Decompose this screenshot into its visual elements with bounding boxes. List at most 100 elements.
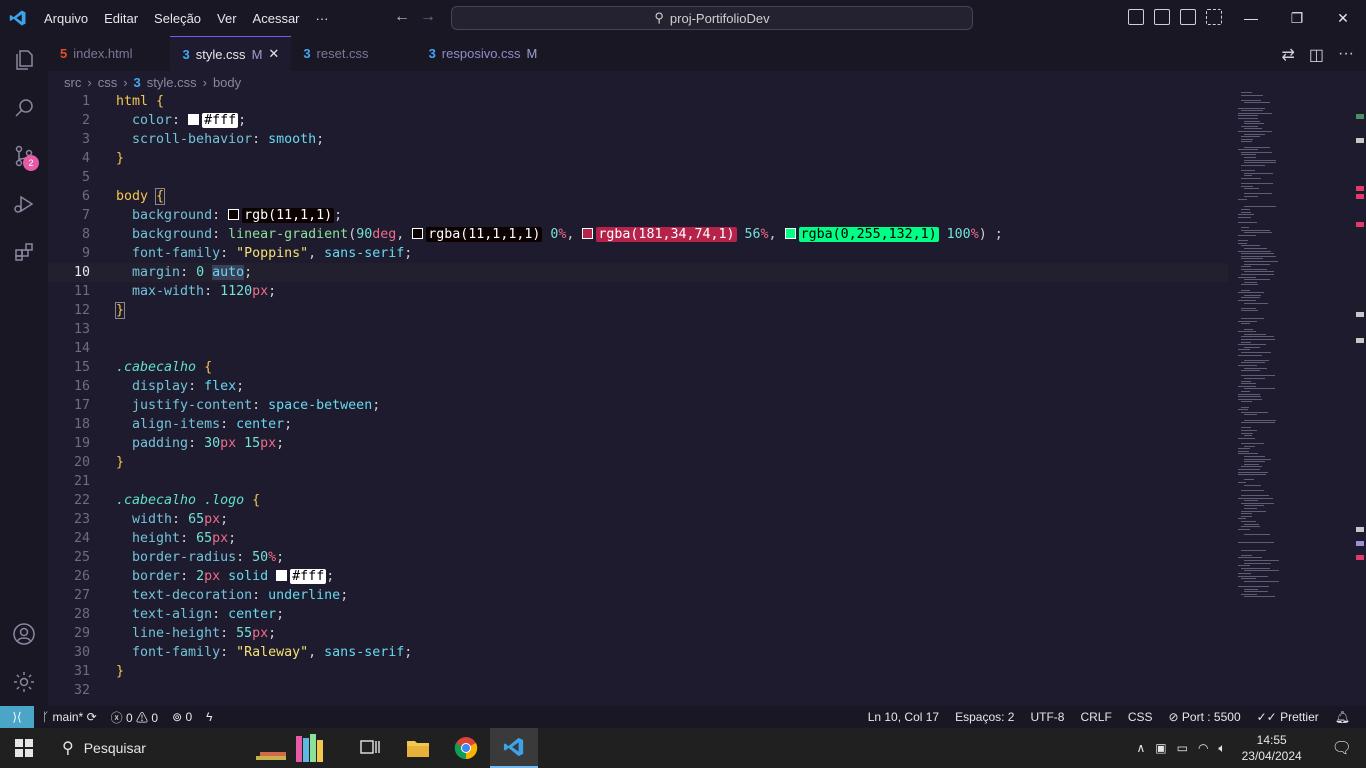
code-line[interactable]: 17 justify-content: space-between; (48, 396, 1228, 415)
code-line[interactable]: 9 font-family: "Poppins", sans-serif; (48, 244, 1228, 263)
code-line[interactable]: 24 height: 65px; (48, 529, 1228, 548)
code-line[interactable]: 31} (48, 662, 1228, 681)
code-line[interactable]: 1 html { (48, 92, 1228, 111)
code-line[interactable]: 22 .cabecalho .logo { (48, 491, 1228, 510)
minimap-line (1238, 409, 1249, 411)
customize-layout-icon[interactable] (1206, 9, 1222, 25)
chrome-icon[interactable] (442, 728, 490, 768)
breadcrumb-src[interactable]: src (64, 75, 81, 90)
explorer-icon[interactable] (0, 36, 48, 84)
notifications-bell-icon[interactable]: 🔔︎ (1335, 710, 1350, 724)
code-line[interactable]: 30 font-family: "Raleway", sans-serif; (48, 643, 1228, 662)
code-line[interactable]: 8 background: linear-gradient(90deg, rgb… (48, 225, 1228, 244)
restore-icon[interactable]: ❐ (1274, 0, 1320, 36)
forward-arrow-icon[interactable]: → (420, 8, 436, 26)
breadcrumb-css[interactable]: css (98, 75, 118, 90)
indentation[interactable]: Espaços: 2 (955, 710, 1014, 724)
meet-now-icon[interactable]: ▣ (1155, 741, 1166, 755)
minimap[interactable] (1234, 92, 1354, 602)
code-line[interactable]: 10 margin: 0 auto; (48, 263, 1228, 282)
code-line[interactable]: 15 .cabecalho { (48, 358, 1228, 377)
battery-icon[interactable]: ▭ (1177, 741, 1188, 755)
toggle-panel-icon[interactable] (1154, 9, 1170, 25)
toggle-primary-sidebar-icon[interactable] (1128, 9, 1144, 25)
code-editor[interactable]: 1 html {2 color: #fff; 3 scroll-behavior: … (48, 92, 1228, 706)
tab-resposivo-css[interactable]: 3 resposivo.css M (417, 36, 550, 71)
code-line[interactable]: 21 (48, 472, 1228, 491)
code-line[interactable]: 12} (48, 301, 1228, 320)
code-line[interactable]: 23 width: 65px; (48, 510, 1228, 529)
ports-indicator[interactable]: ⊚ 0 (172, 710, 192, 724)
run-debug-icon[interactable] (0, 180, 48, 228)
code-line[interactable]: 13 (48, 320, 1228, 339)
back-arrow-icon[interactable]: ← (394, 8, 410, 26)
taskbar-search[interactable]: ⚲ Pesquisar (48, 728, 246, 768)
encoding[interactable]: UTF-8 (1030, 710, 1064, 724)
settings-gear-icon[interactable] (0, 658, 48, 706)
search-icon[interactable] (0, 84, 48, 132)
sync-icon[interactable]: ⟳ (87, 710, 97, 724)
code-line[interactable]: 19 padding: 30px 15px; (48, 434, 1228, 453)
code-line[interactable]: 14 (48, 339, 1228, 358)
code-line[interactable]: 4} (48, 149, 1228, 168)
prettier-status[interactable]: ✓✓ Prettier (1257, 710, 1319, 724)
menu-arquivo[interactable]: Arquivo (36, 11, 96, 26)
menu-more[interactable]: ··· (308, 11, 337, 26)
split-editor-icon[interactable]: ◫ (1309, 45, 1324, 65)
code-line[interactable]: 28 text-align: center; (48, 605, 1228, 624)
vscode-taskbar-icon[interactable] (490, 728, 538, 768)
language-mode[interactable]: CSS (1128, 710, 1153, 724)
code-line[interactable]: 11 max-width: 1120px; (48, 282, 1228, 301)
lightning-icon[interactable]: ϟ (206, 710, 212, 724)
remote-icon[interactable]: ⟩⟨ (0, 706, 34, 728)
menu-ver[interactable]: Ver (209, 11, 245, 26)
code-line[interactable]: 18 align-items: center; (48, 415, 1228, 434)
live-server-port[interactable]: ⊘ Port : 5500 (1169, 710, 1241, 724)
books-widget-icon[interactable] (246, 728, 346, 768)
close-tab-icon[interactable]: ✕ (268, 46, 279, 62)
close-icon[interactable]: ✕ (1320, 0, 1366, 36)
file-explorer-icon[interactable] (394, 728, 442, 768)
menu-editar[interactable]: Editar (96, 11, 146, 26)
accounts-icon[interactable] (0, 610, 48, 658)
code-line[interactable]: 2 color: #fff; (48, 111, 1228, 130)
breadcrumb-file[interactable]: style.css (147, 75, 197, 90)
volume-icon[interactable]: 🔈︎ (1218, 741, 1225, 756)
breadcrumb-symbol[interactable]: body (213, 75, 241, 90)
code-line[interactable]: 32 (48, 681, 1228, 700)
compare-changes-icon[interactable]: ⇄ (1281, 45, 1294, 65)
tab-style-css[interactable]: 3 style.css M ✕ (170, 36, 292, 71)
code-line[interactable]: 25 border-radius: 50%; (48, 548, 1228, 567)
code-line[interactable]: 20} (48, 453, 1228, 472)
clock[interactable]: 14:55 23/04/2024 (1236, 732, 1308, 764)
code-line[interactable]: 27 text-decoration: underline; (48, 586, 1228, 605)
code-line[interactable]: 7 background: rgb(11,1,1); (48, 206, 1228, 225)
code-line[interactable]: 6 body { (48, 187, 1228, 206)
more-actions-icon[interactable]: ··· (1338, 45, 1354, 65)
extensions-icon[interactable] (0, 228, 48, 276)
minimap-line (1241, 502, 1275, 504)
source-control-icon[interactable]: 2 (0, 132, 48, 180)
problems-indicator[interactable]: ⓧ 0 ⚠ 0 (111, 709, 158, 726)
code-line[interactable]: 5 (48, 168, 1228, 187)
code-line[interactable]: 3 scroll-behavior: smooth; (48, 130, 1228, 149)
scrollbar[interactable] (1354, 92, 1366, 706)
windows-start-icon[interactable] (0, 728, 48, 768)
notifications-icon[interactable]: 🗨︎ (1318, 738, 1366, 758)
command-center[interactable]: ⚲ proj-PortifolioDev (451, 6, 973, 30)
cursor-position[interactable]: Ln 10, Col 17 (868, 710, 939, 724)
toggle-secondary-sidebar-icon[interactable] (1180, 9, 1196, 25)
code-line[interactable]: 16 display: flex; (48, 377, 1228, 396)
minimize-icon[interactable]: — (1228, 0, 1274, 36)
end-of-line[interactable]: CRLF (1080, 710, 1111, 724)
menu-selecao[interactable]: Seleção (146, 11, 209, 26)
branch-indicator[interactable]: ᚴ main* ⟳ (42, 710, 97, 724)
code-line[interactable]: 26 border: 2px solid #fff; (48, 567, 1228, 586)
code-line[interactable]: 29 line-height: 55px; (48, 624, 1228, 643)
tab-reset-css[interactable]: 3 reset.css (291, 36, 416, 71)
chevron-up-icon[interactable]: ∧ (1136, 741, 1145, 755)
menu-acessar[interactable]: Acessar (245, 11, 308, 26)
tab-index-html[interactable]: 5 index.html (48, 36, 170, 71)
wifi-icon[interactable]: ◠ (1198, 741, 1208, 755)
task-view-icon[interactable] (346, 728, 394, 768)
